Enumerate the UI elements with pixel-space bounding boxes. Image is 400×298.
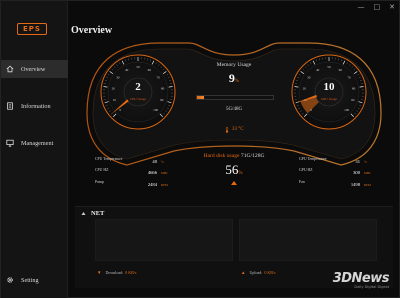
upload-arrow-icon: ▲ <box>241 270 246 275</box>
sidebar-item-label: Overview <box>21 65 46 73</box>
gauge-scale-label: 70 <box>157 76 161 80</box>
download-graph <box>95 219 233 261</box>
thermometer-icon <box>225 127 229 133</box>
gauge-scale-label: 20 <box>112 86 116 90</box>
memory-usage-unit: % <box>234 79 240 84</box>
memory-usage-value: 9% <box>209 71 259 86</box>
fan-value: 1498 <box>350 182 360 187</box>
harddisk-title-text: Hard disk usage <box>203 153 240 159</box>
document-icon <box>6 102 14 110</box>
harddisk-usage-unit: % <box>238 171 243 176</box>
sidebar-item-management[interactable]: Management <box>1 134 68 152</box>
gauge-scale-label: 30 <box>307 76 311 80</box>
sidebar-item-label: Setting <box>21 276 39 284</box>
cpu-hz-label: CPU HZ <box>95 168 109 172</box>
download-legend: ▼ Download: 0 KB/s <box>97 270 136 275</box>
gauge-scale-label: 40 <box>316 68 320 72</box>
harddisk-usage-number: 56 <box>225 162 239 177</box>
pump-unit: RPM <box>161 183 168 187</box>
maximize-button[interactable]: □ <box>374 3 381 11</box>
upload-value: 0 KB/s <box>264 270 276 275</box>
brand-logo: EPS <box>17 23 47 35</box>
sidebar-item-setting[interactable]: Setting <box>1 271 68 289</box>
sidebar-item-information[interactable]: Information <box>1 97 68 115</box>
gauge-scale-label: 10 <box>113 98 117 102</box>
minimize-button[interactable]: — <box>358 3 365 11</box>
gauge-scale-label: 30 <box>116 76 120 80</box>
gpu-hz-value: 300 <box>353 170 360 175</box>
window-controls: — □ ✕ <box>358 3 396 11</box>
fan-label: Fan <box>299 180 305 184</box>
gpu-hz-label: GPU HZ <box>299 168 313 172</box>
monitor-icon <box>6 139 14 147</box>
gauge-scale-label: 40 <box>125 68 129 72</box>
upload-graph <box>239 219 377 261</box>
upload-label: Upload: <box>249 270 263 275</box>
collapse-icon[interactable] <box>81 211 86 216</box>
sidebar-item-overview[interactable]: Overview <box>1 60 68 78</box>
gpu-temperature-label: GPU Temperature <box>299 157 327 161</box>
fan-unit: RPM <box>364 183 371 187</box>
gpu-usage-value: 10 <box>323 81 335 93</box>
cpu-hz-unit: MHz <box>161 171 168 175</box>
gauge-scale-label: 60 <box>339 68 343 72</box>
temperature-unit: °C <box>238 127 244 132</box>
cpu-usage-label: CPU Usage <box>130 97 146 101</box>
sidebar: EPS Overview Information Management Sett <box>1 1 68 298</box>
gauge-scale-label: 80 <box>352 86 356 90</box>
app-window: — □ ✕ EPS Overview Information Managemen… <box>0 0 400 298</box>
sidebar-item-label: Information <box>21 102 51 110</box>
cpu-temperature-value: 40 <box>152 159 157 164</box>
gpu-temperature-value: 31 <box>355 159 360 164</box>
cpu-hz-value: 4666 <box>147 170 157 175</box>
gauge-scale-label: 80 <box>161 86 165 90</box>
gauge-scale-label: 60 <box>148 68 152 72</box>
watermark-logo: 3DNews <box>332 271 390 286</box>
gpu-hz-unit: MHz <box>364 171 371 175</box>
gauge-scale-label: 100 <box>344 108 349 112</box>
dashboard-panel: 0 10 20 30 40 50 60 70 80 90 100 2 CPU Usage 0 10 20… <box>79 41 389 199</box>
gauge-scale-label: 50 <box>136 65 140 69</box>
pump-value: 2484 <box>147 182 157 187</box>
memory-usage-fill <box>197 96 204 99</box>
brand-logo-text: EPS <box>23 25 41 33</box>
gauge-scale-label: 50 <box>327 65 331 69</box>
harddisk-size: 71G/128G <box>240 153 265 159</box>
gauge-scale-label: 0 <box>310 108 312 112</box>
cpu-temperature-unit: °C <box>161 160 165 164</box>
up-arrow-icon <box>231 181 237 185</box>
memory-size: 5G/48G <box>225 107 243 112</box>
watermark: 3DNews Daily Digital Digest <box>332 271 390 290</box>
download-value: 0 KB/s <box>125 270 137 275</box>
memory-usage-bar <box>196 95 274 100</box>
cpu-usage-value: 2 <box>135 81 141 93</box>
gauge-scale-label: 90 <box>351 98 355 102</box>
gauge-scale-label: 90 <box>160 98 164 102</box>
gauge-scale-label: 20 <box>303 86 307 90</box>
gauge-scale-label: 0 <box>119 108 121 112</box>
pump-label: Pump <box>95 180 104 184</box>
sidebar-item-label: Management <box>21 139 54 147</box>
page-title: Overview <box>71 25 113 36</box>
memory-usage-title: Memory Usage <box>216 62 252 68</box>
home-icon <box>6 65 14 73</box>
gauge-scale-label: 70 <box>348 76 352 80</box>
temperature-readout: 33 °C <box>232 127 244 132</box>
cpu-temperature-label: CPU Temperature <box>95 157 123 161</box>
close-button[interactable]: ✕ <box>389 3 395 11</box>
harddisk-usage-value: 56% <box>209 162 259 178</box>
download-label: Download: <box>105 270 124 275</box>
gear-icon <box>6 276 14 284</box>
gpu-usage-label: GPU Usage <box>320 97 338 101</box>
net-title: NET <box>81 210 104 217</box>
harddisk-title: Hard disk usage 71G/128G <box>191 153 277 159</box>
download-arrow-icon: ▼ <box>97 270 102 275</box>
gauge-scale-label: 100 <box>153 108 158 112</box>
gpu-temperature-unit: °C <box>364 160 368 164</box>
net-title-text: NET <box>91 210 105 217</box>
temperature-value: 33 <box>232 127 237 132</box>
upload-legend: ▲ Upload: 0 KB/s <box>241 270 276 275</box>
